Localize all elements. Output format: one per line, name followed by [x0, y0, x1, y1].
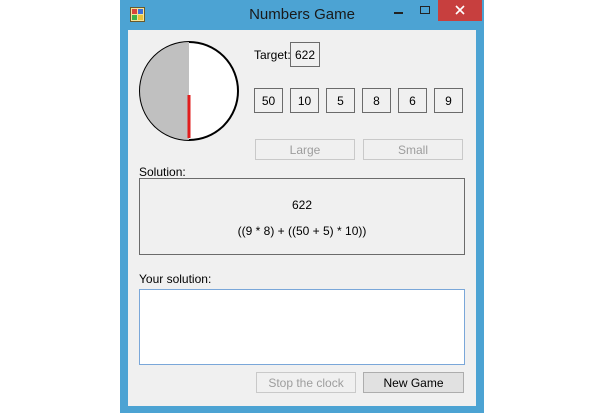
solution-box: 622 ((9 * 8) + ((50 + 5) * 10))	[139, 178, 465, 255]
number-tile: 8	[362, 88, 391, 113]
stop-clock-button[interactable]: Stop the clock	[256, 372, 356, 393]
solution-label: Solution:	[139, 165, 186, 179]
number-tile: 50	[254, 88, 283, 113]
large-button[interactable]: Large	[255, 139, 355, 160]
app-window: Numbers Game Target: 622 50 10 5 8 6 9 L…	[120, 0, 484, 413]
your-solution-input[interactable]	[139, 289, 465, 365]
countdown-clock	[139, 41, 239, 141]
small-button[interactable]: Small	[363, 139, 463, 160]
client-area: Target: 622 50 10 5 8 6 9 Large Small So…	[128, 30, 476, 406]
clock-elapsed-sector	[140, 42, 189, 140]
target-label: Target:	[254, 48, 291, 62]
maximize-icon[interactable]	[414, 0, 436, 21]
solution-expression: ((9 * 8) + ((50 + 5) * 10))	[237, 224, 367, 238]
number-tile: 6	[398, 88, 427, 113]
desktop-background: Numbers Game Target: 622 50 10 5 8 6 9 L…	[0, 0, 614, 413]
number-tile: 10	[290, 88, 319, 113]
number-tile: 5	[326, 88, 355, 113]
your-solution-label: Your solution:	[139, 272, 212, 286]
target-value: 622	[290, 42, 320, 67]
close-icon[interactable]	[438, 0, 482, 21]
minimize-icon[interactable]	[388, 0, 410, 21]
solution-value: 622	[291, 198, 313, 212]
number-tile: 9	[434, 88, 463, 113]
title-bar[interactable]: Numbers Game	[120, 0, 484, 30]
new-game-button[interactable]: New Game	[363, 372, 464, 393]
